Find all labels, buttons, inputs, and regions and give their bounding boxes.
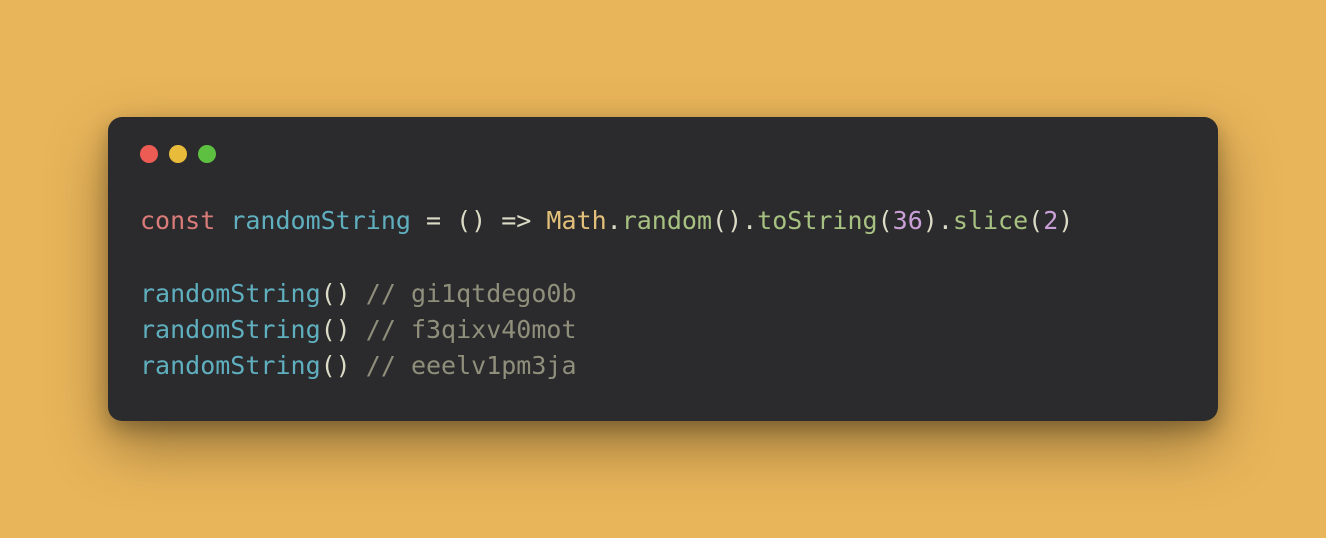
call-paren: () bbox=[321, 315, 351, 344]
open-paren: ( bbox=[1028, 206, 1043, 235]
class-Math: Math bbox=[546, 206, 606, 235]
code-block: const randomString = () => Math.random()… bbox=[140, 203, 1186, 384]
close-paren-dot: ). bbox=[923, 206, 953, 235]
method-slice: slice bbox=[953, 206, 1028, 235]
paren-dot: (). bbox=[712, 206, 757, 235]
call-paren: () bbox=[321, 279, 351, 308]
assign-arrow: = () => bbox=[411, 206, 546, 235]
code-line-5: randomString() // eeelv1pm3ja bbox=[140, 351, 577, 380]
code-line-4: randomString() // f3qixv40mot bbox=[140, 315, 577, 344]
close-icon[interactable] bbox=[140, 145, 158, 163]
comment-output-3: // eeelv1pm3ja bbox=[351, 351, 577, 380]
dot: . bbox=[607, 206, 622, 235]
call-randomString: randomString bbox=[140, 279, 321, 308]
number-36: 36 bbox=[893, 206, 923, 235]
minimize-icon[interactable] bbox=[169, 145, 187, 163]
keyword-const: const bbox=[140, 206, 215, 235]
method-toString: toString bbox=[757, 206, 877, 235]
call-paren: () bbox=[321, 351, 351, 380]
comment-output-1: // gi1qtdego0b bbox=[351, 279, 577, 308]
code-line-1: const randomString = () => Math.random()… bbox=[140, 206, 1073, 235]
close-paren: ) bbox=[1058, 206, 1073, 235]
maximize-icon[interactable] bbox=[198, 145, 216, 163]
method-random: random bbox=[622, 206, 712, 235]
code-window: const randomString = () => Math.random()… bbox=[108, 117, 1218, 420]
code-line-3: randomString() // gi1qtdego0b bbox=[140, 279, 577, 308]
comment-output-2: // f3qixv40mot bbox=[351, 315, 577, 344]
identifier-randomString: randomString bbox=[230, 206, 411, 235]
traffic-lights bbox=[140, 145, 1186, 163]
open-paren: ( bbox=[878, 206, 893, 235]
call-randomString: randomString bbox=[140, 315, 321, 344]
call-randomString: randomString bbox=[140, 351, 321, 380]
number-2: 2 bbox=[1043, 206, 1058, 235]
